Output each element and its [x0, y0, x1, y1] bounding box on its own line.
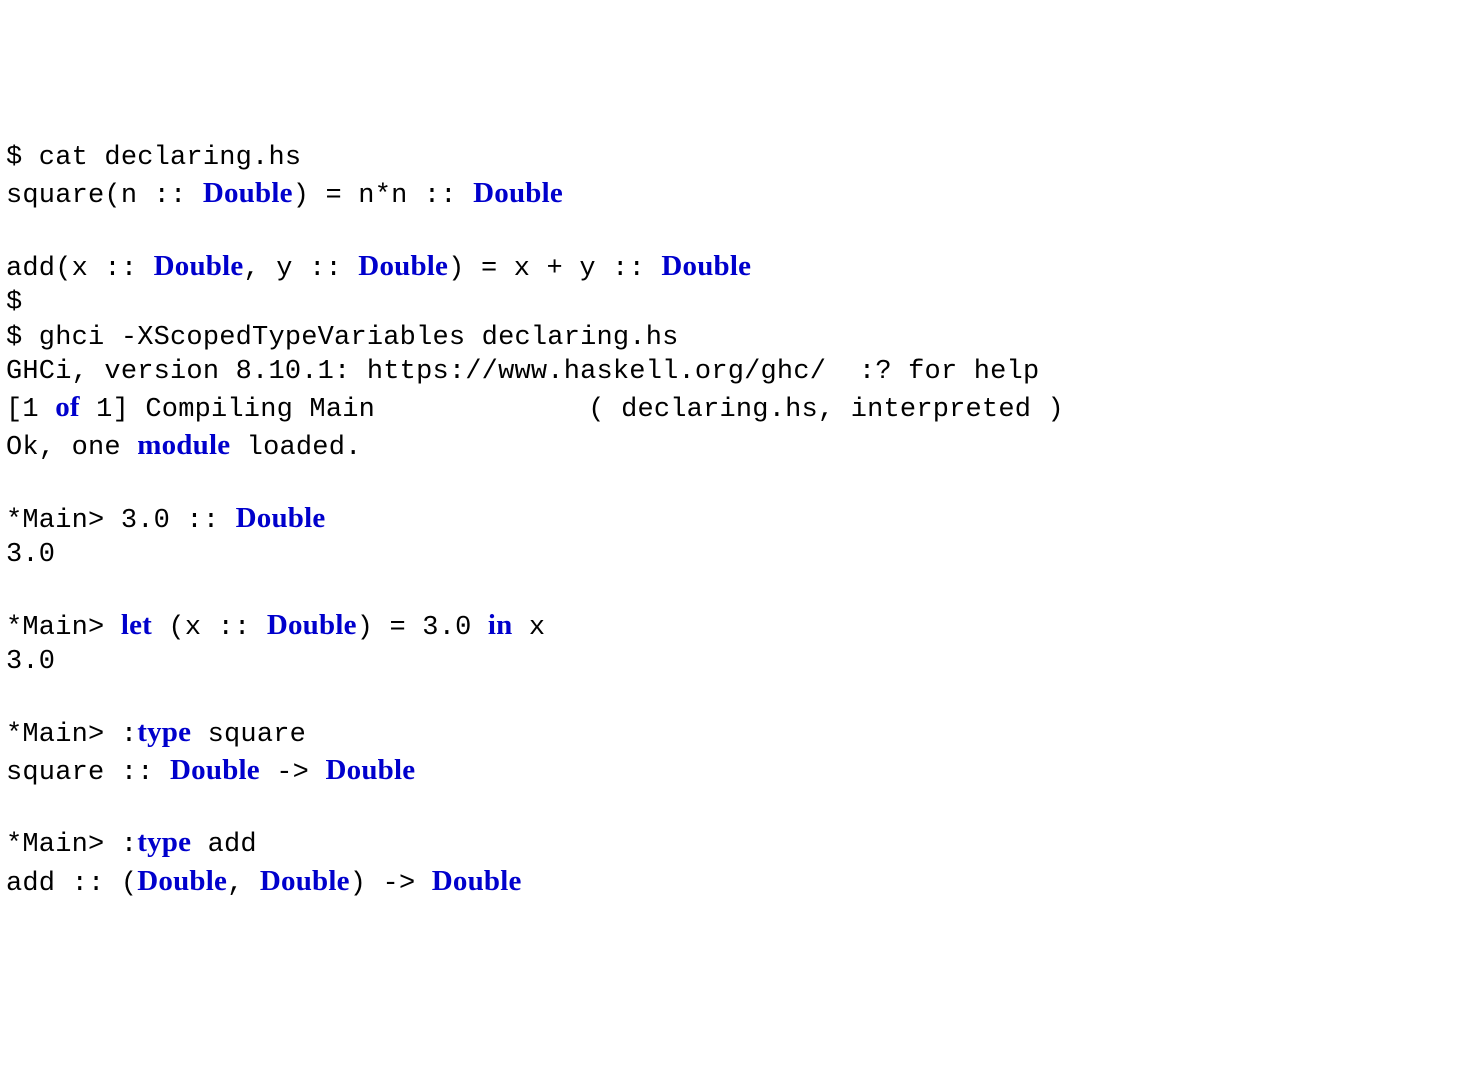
code-listing: $ cat declaring.hssquare(n :: Double) = … [6, 141, 1464, 901]
text-token: add :: ( [6, 869, 137, 899]
text-token: *Main> : [6, 720, 137, 750]
code-line: $ ghci -XScopedTypeVariables declaring.h… [6, 321, 1464, 355]
text-token: square [191, 720, 306, 750]
keyword-token: Double [267, 609, 357, 641]
keyword-token: Double [260, 865, 350, 897]
keyword-token: let [121, 609, 152, 641]
keyword-token: in [488, 609, 513, 641]
text-token: *Main> : [6, 830, 137, 860]
text-token: [1 [6, 395, 55, 425]
keyword-token: of [55, 391, 80, 423]
keyword-token: Double [326, 754, 416, 786]
code-line: Ok, one module loaded. [6, 427, 1464, 465]
keyword-token: Double [661, 250, 751, 282]
text-token: add [191, 830, 257, 860]
text-token: *Main> 3.0 :: [6, 506, 236, 536]
text-token: add(x :: [6, 254, 154, 284]
code-line: add(x :: Double, y :: Double) = x + y ::… [6, 248, 1464, 286]
text-token: *Main> [6, 613, 121, 643]
keyword-token: module [137, 429, 230, 461]
code-line: 3.0 [6, 645, 1464, 679]
code-line [6, 573, 1464, 607]
keyword-token: Double [358, 250, 448, 282]
keyword-token: Double [473, 177, 563, 209]
text-token: ) -> [350, 869, 432, 899]
code-line: square :: Double -> Double [6, 752, 1464, 790]
text-token: ) = 3.0 [357, 613, 488, 643]
text-token: Ok, one [6, 433, 137, 463]
text-token: 3.0 [6, 647, 55, 677]
code-line [6, 679, 1464, 713]
code-line [6, 466, 1464, 500]
text-token: -> [260, 758, 326, 788]
keyword-token: Double [137, 865, 227, 897]
code-line: *Main> :type square [6, 714, 1464, 752]
text-token: , [227, 869, 260, 899]
code-line: add :: (Double, Double) -> Double [6, 863, 1464, 901]
text-token: loaded. [230, 433, 361, 463]
text-token: square(n :: [6, 181, 203, 211]
code-line [6, 214, 1464, 248]
text-token: , y :: [243, 254, 358, 284]
text-token: ) = n*n :: [293, 181, 473, 211]
keyword-token: type [137, 716, 191, 748]
code-line: [1 of 1] Compiling Main ( declaring.hs, … [6, 389, 1464, 427]
keyword-token: Double [154, 250, 244, 282]
code-line: 3.0 [6, 538, 1464, 572]
text-token: $ [6, 288, 22, 318]
code-line: *Main> :type add [6, 824, 1464, 862]
text-token: $ ghci -XScopedTypeVariables declaring.h… [6, 323, 679, 353]
keyword-token: Double [170, 754, 260, 786]
text-token: 1] Compiling Main ( declaring.hs, interp… [80, 395, 1064, 425]
code-line: *Main> 3.0 :: Double [6, 500, 1464, 538]
text-token: square :: [6, 758, 170, 788]
code-line: square(n :: Double) = n*n :: Double [6, 175, 1464, 213]
text-token: ) = x + y :: [448, 254, 661, 284]
keyword-token: Double [432, 865, 522, 897]
text-token: 3.0 [6, 540, 55, 570]
code-line: GHCi, version 8.10.1: https://www.haskel… [6, 355, 1464, 389]
keyword-token: Double [203, 177, 293, 209]
code-line: *Main> let (x :: Double) = 3.0 in x [6, 607, 1464, 645]
code-line [6, 790, 1464, 824]
text-token: $ cat declaring.hs [6, 143, 301, 173]
text-token: x [513, 613, 546, 643]
code-line: $ [6, 286, 1464, 320]
keyword-token: type [137, 826, 191, 858]
code-line: $ cat declaring.hs [6, 141, 1464, 175]
text-token: GHCi, version 8.10.1: https://www.haskel… [6, 357, 1039, 387]
keyword-token: Double [236, 502, 326, 534]
text-token: (x :: [152, 613, 267, 643]
